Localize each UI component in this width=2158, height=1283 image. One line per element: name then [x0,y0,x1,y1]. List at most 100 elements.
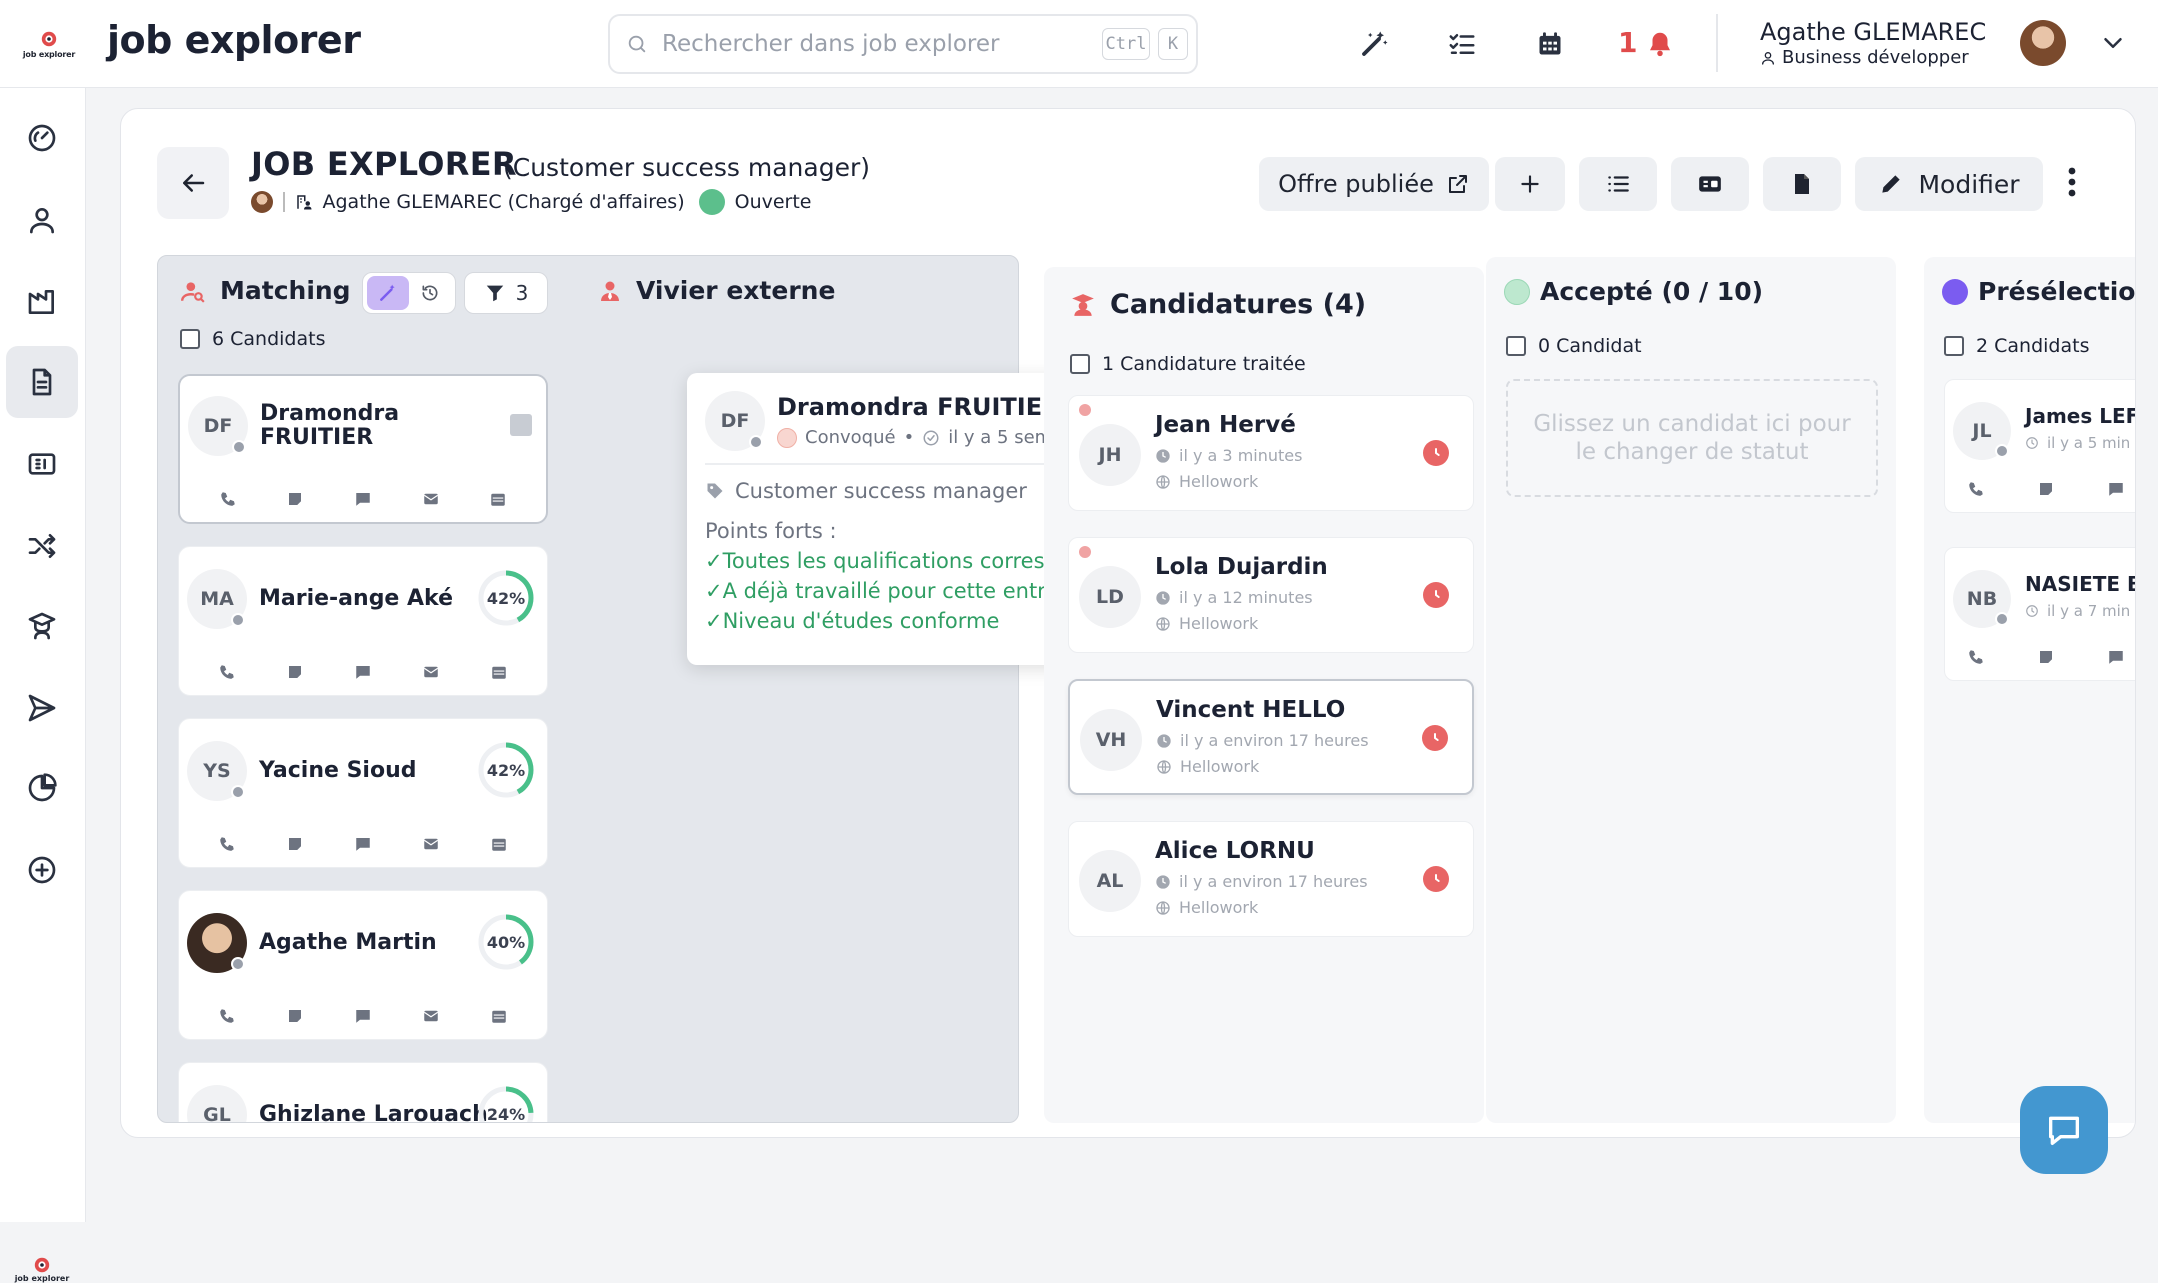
calendar-icon[interactable] [489,490,507,508]
sidebar-item-training[interactable] [6,590,78,662]
bell-icon[interactable] [1640,24,1680,64]
back-button[interactable] [157,147,229,219]
edit-button[interactable]: Modifier [1855,157,2043,211]
select-all-checkbox[interactable] [180,329,200,349]
chat-icon[interactable] [2107,480,2125,498]
sidebar-item-candidates[interactable] [6,184,78,256]
sidebar-item-add[interactable] [6,834,78,906]
phone-icon[interactable] [1967,648,1985,666]
task-list-icon[interactable] [1442,24,1482,64]
search-input[interactable]: Rechercher dans job explorer [662,31,1102,57]
notification-count: 1 [1618,26,1638,59]
note-icon[interactable] [2037,648,2055,666]
matching-mode-toggle[interactable] [362,272,456,314]
document-button[interactable] [1763,157,1841,211]
user-avatar[interactable] [2020,20,2066,66]
drop-zone[interactable]: Glissez un candidat ici pour le changer … [1506,379,1878,497]
application-card[interactable]: AL Alice LORNU il y a environ 17 heures … [1068,821,1474,937]
accepte-count[interactable]: 0 Candidat [1506,335,1642,357]
billing-button[interactable] [1671,157,1749,211]
user-name[interactable]: Agathe GLEMAREC [1760,18,1986,46]
calendar-icon[interactable] [490,1007,508,1025]
note-icon[interactable] [286,490,304,508]
magic-toggle[interactable] [367,276,409,310]
select-all-checkbox[interactable] [1944,336,1964,356]
job-owner[interactable]: Agathe GLEMAREC (Chargé d'affaires) [323,191,685,213]
candidate-card[interactable]: Agathe Martin 40% [178,890,548,1040]
note-icon[interactable] [286,835,304,853]
candidate-name: Alice LORNU [1155,838,1315,864]
list-view-button[interactable] [1579,157,1657,211]
candidate-name: James LEF [2025,404,2136,428]
application-card[interactable]: LD Lola Dujardin il y a 12 minutes Hello… [1068,537,1474,653]
job-status[interactable]: Ouverte [735,191,812,213]
note-icon[interactable] [286,663,304,681]
select-all-checkbox[interactable] [1506,336,1526,356]
phone-icon[interactable] [218,1007,236,1025]
mail-icon[interactable] [422,490,440,508]
candidate-card[interactable]: YS Yacine Sioud 42% [178,718,548,868]
chevron-down-icon[interactable] [2098,28,2128,58]
candidate-card[interactable]: DF Dramondra FRUITIER [178,374,548,524]
logo-mark-icon [34,1257,50,1273]
note-icon[interactable] [286,1007,304,1025]
vivier-header[interactable]: Vivier externe [598,276,835,305]
sidebar-item-shuffle[interactable] [6,510,78,582]
card-checkbox[interactable] [510,414,532,436]
mail-icon[interactable] [422,1007,440,1025]
candidate-card[interactable]: MA Marie-ange Aké 42% [178,546,548,696]
note-icon[interactable] [2037,480,2055,498]
calendar-icon[interactable] [490,663,508,681]
magic-wand-icon [380,284,395,301]
status-dot [231,785,245,799]
chat-icon[interactable] [354,835,372,853]
support-chat-button[interactable] [2020,1086,2108,1174]
published-offer-button[interactable]: Offre publiée [1259,157,1489,211]
chat-icon[interactable] [2107,648,2125,666]
preselection-card[interactable]: NB NASIETE B il y a 7 min [1944,547,2135,681]
application-time-label: il y a environ 17 heures [1179,872,1368,891]
application-card[interactable]: VH Vincent HELLO il y a environ 17 heure… [1068,679,1474,795]
chat-bubble-icon [2049,1116,2079,1145]
file-icon [1795,174,1809,194]
preselection-count[interactable]: 2 Candidats [1944,335,2089,357]
sidebar-item-companies[interactable] [6,266,78,338]
status-dot [1942,278,1968,305]
more-options-icon[interactable] [2067,165,2077,199]
sidebar-item-jobs[interactable] [6,346,78,418]
sidebar-item-dashboard[interactable] [6,102,78,174]
chat-icon[interactable] [354,490,372,508]
history-toggle[interactable] [409,276,451,310]
phone-icon[interactable] [1967,480,1985,498]
search-bar[interactable]: Rechercher dans job explorer Ctrl K [608,14,1198,74]
matching-count[interactable]: 6 Candidats [180,328,325,350]
calendar-icon[interactable] [490,835,508,853]
avatar [187,913,247,973]
candidate-name: Yacine Sioud [259,758,417,783]
calendar-icon[interactable] [1530,24,1570,64]
magic-wand-icon[interactable] [1354,24,1394,64]
sidebar-item-billing[interactable] [6,428,78,500]
select-all-checkbox[interactable] [1070,354,1090,374]
chat-icon[interactable] [354,663,372,681]
add-button[interactable] [1495,157,1565,211]
application-source: Hellowork [1156,757,1259,776]
list-icon [1608,176,1629,192]
mail-icon[interactable] [422,663,440,681]
filter-button[interactable]: 3 [464,272,548,314]
external-link-icon [1448,175,1467,193]
phone-icon[interactable] [219,490,237,508]
sidebar-item-send[interactable] [6,672,78,744]
preselection-card[interactable]: JL James LEF il y a 5 min [1944,379,2136,513]
chat-icon[interactable] [354,1007,372,1025]
candidatures-count[interactable]: 1 Candidature traitée [1070,353,1306,375]
sidebar-item-stats[interactable] [6,752,78,824]
pencil-icon [1882,175,1901,193]
phone-icon[interactable] [218,835,236,853]
mail-icon[interactable] [422,835,440,853]
candidate-card[interactable]: GL Ghizlane Larouach 24% [178,1062,548,1122]
app-logo[interactable]: job explorer [20,30,78,64]
shuffle-icon [28,534,56,558]
application-card[interactable]: JH Jean Hervé il y a 3 minutes Hellowork [1068,395,1474,511]
phone-icon[interactable] [218,663,236,681]
